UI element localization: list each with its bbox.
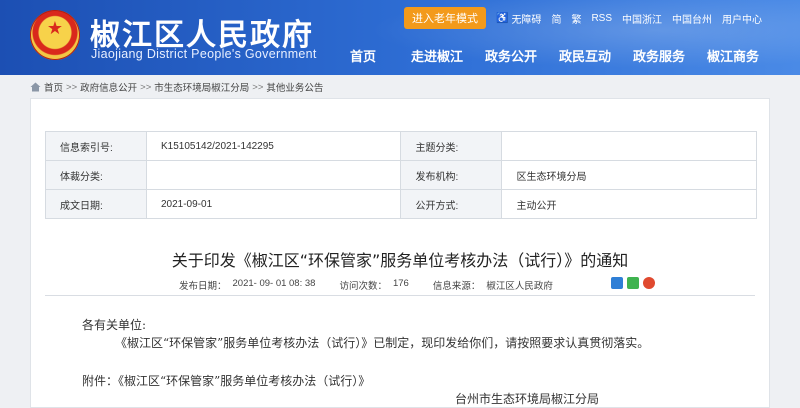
info-label: 体裁分类: bbox=[45, 160, 147, 190]
attachment-line[interactable]: 附件：《椒江区“环保管家”服务单位考核办法（试行）》 bbox=[82, 372, 370, 389]
views-label: 访问次数： bbox=[339, 281, 387, 292]
share-weibo-icon[interactable] bbox=[643, 277, 655, 289]
info-label: 发布机构: bbox=[400, 160, 503, 190]
source-label: 信息来源： bbox=[432, 281, 481, 292]
info-label: 主题分类: bbox=[400, 131, 503, 161]
traditional-chinese-link[interactable]: 繁 bbox=[571, 11, 581, 26]
home-icon bbox=[30, 82, 41, 92]
body-paragraph: 《椒江区“环保管家”服务单位考核办法（试行）》已制定，现印发给你们，请按照要求认… bbox=[115, 336, 650, 350]
simplified-chinese-link[interactable]: 简 bbox=[551, 11, 561, 26]
breadcrumb-home[interactable]: 首页 bbox=[44, 80, 63, 94]
info-value bbox=[501, 131, 757, 161]
site-subtitle: Jiaojiang District People's Government bbox=[91, 47, 317, 61]
breadcrumb-info-public[interactable]: 政府信息公开 bbox=[80, 80, 137, 94]
divider bbox=[45, 295, 755, 296]
signature: 台州市生态环境局椒江分局 bbox=[455, 392, 600, 406]
info-table: 信息索引号: K15105142/2021-142295 主题分类: 体裁分类:… bbox=[45, 131, 757, 219]
nav-services[interactable]: 政务服务 bbox=[624, 40, 694, 75]
main-nav: 首页 走进椒江 政务公开 政民互动 政务服务 椒江商务 bbox=[328, 40, 768, 75]
breadcrumb-separator: >> bbox=[140, 81, 152, 93]
breadcrumb-separator: >> bbox=[66, 81, 78, 93]
elder-mode-button[interactable]: 进入老年模式 bbox=[403, 7, 486, 29]
breadcrumb: 首页 >> 政府信息公开 >> 市生态环境局椒江分局 >> 其他业务公告 bbox=[30, 80, 323, 94]
info-value: K15105142/2021-142295 bbox=[145, 131, 402, 161]
table-row: 成文日期: 2021-09-01 公开方式: 主动公开 bbox=[45, 189, 757, 219]
info-value: 区生态环境分局 bbox=[501, 160, 757, 190]
zhejiang-link[interactable]: 中国浙江 bbox=[622, 11, 662, 26]
document-title: 关于印发《椒江区“环保管家”服务单位考核办法（试行）》的通知 bbox=[171, 251, 629, 270]
info-value: 主动公开 bbox=[501, 189, 757, 219]
table-row: 体裁分类: 发布机构: 区生态环境分局 bbox=[45, 160, 757, 190]
share-qzone-icon[interactable] bbox=[611, 277, 623, 289]
share-wechat-icon[interactable] bbox=[627, 277, 639, 289]
info-value: 2021-09-01 bbox=[145, 189, 402, 219]
national-emblem-icon: ★ bbox=[30, 10, 80, 60]
nav-government-affairs[interactable]: 政务公开 bbox=[476, 40, 546, 75]
accessibility-link[interactable]: ♿ 无障碍 bbox=[496, 11, 541, 26]
breadcrumb-current[interactable]: 其他业务公告 bbox=[266, 80, 323, 94]
top-links: 进入老年模式 ♿ 无障碍 简 繁 RSS 中国浙江 中国台州 用户中心 bbox=[403, 7, 762, 29]
user-center-link[interactable]: 用户中心 bbox=[722, 11, 762, 26]
salutation: 各有关单位: bbox=[82, 318, 147, 332]
nav-about-jiaojiang[interactable]: 走进椒江 bbox=[402, 40, 472, 75]
info-label: 成文日期: bbox=[45, 189, 147, 219]
document-info: 发布日期： 2021- 09- 01 08: 38 访问次数： 176 信息来源… bbox=[179, 278, 553, 292]
view-count: 176 bbox=[392, 278, 409, 289]
publish-date-label: 发布日期： bbox=[179, 281, 227, 292]
info-label: 信息索引号: bbox=[45, 131, 147, 161]
accessibility-label: 无障碍 bbox=[511, 14, 542, 26]
info-value bbox=[145, 160, 402, 190]
publish-date: 2021- 09- 01 08: 38 bbox=[232, 278, 316, 289]
taizhou-link[interactable]: 中国台州 bbox=[672, 11, 712, 26]
share-buttons bbox=[611, 277, 655, 289]
breadcrumb-separator: >> bbox=[252, 81, 264, 93]
content-panel: 信息索引号: K15105142/2021-142295 主题分类: 体裁分类:… bbox=[30, 98, 770, 408]
rss-link[interactable]: RSS bbox=[591, 13, 612, 24]
breadcrumb-bureau[interactable]: 市生态环境局椒江分局 bbox=[154, 80, 249, 94]
nav-home[interactable]: 首页 bbox=[328, 40, 398, 75]
source-value: 椒江区人民政府 bbox=[486, 281, 553, 292]
nav-commerce[interactable]: 椒江商务 bbox=[698, 40, 768, 75]
info-label: 公开方式: bbox=[400, 189, 503, 219]
nav-interaction[interactable]: 政民互动 bbox=[550, 40, 620, 75]
site-header: ★ 椒江区人民政府 Jiaojiang District People's Go… bbox=[0, 0, 800, 75]
table-row: 信息索引号: K15105142/2021-142295 主题分类: bbox=[45, 131, 757, 161]
accessibility-icon: ♿ bbox=[495, 12, 509, 24]
